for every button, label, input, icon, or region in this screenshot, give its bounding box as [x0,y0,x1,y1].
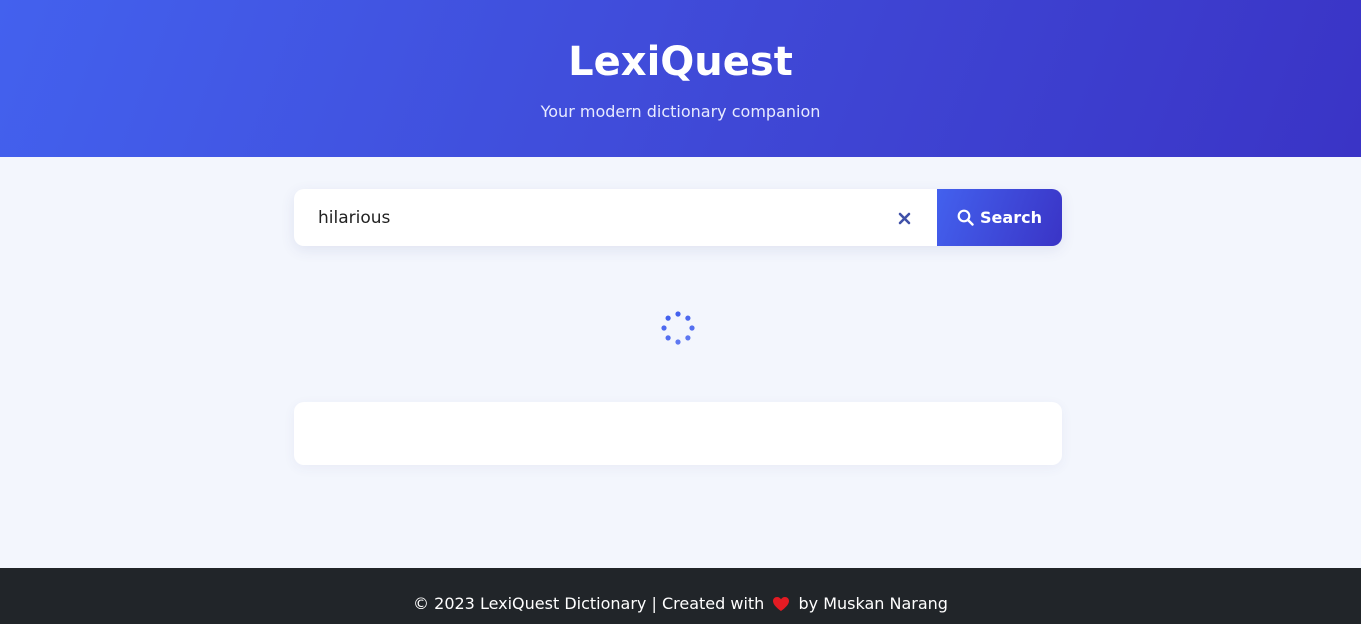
spinner-dot [675,339,681,345]
app-subtitle: Your modern dictionary companion [540,102,821,121]
site-footer: © 2023 LexiQuest Dictionary | Created wi… [0,568,1361,624]
spinner-dot [665,315,671,321]
loading-spinner-icon [661,311,695,345]
footer-text-before: © 2023 LexiQuest Dictionary | Created wi… [413,594,765,613]
result-card [294,402,1062,465]
spinner-dot [685,335,691,341]
search-button-label: Search [980,208,1042,227]
search-icon [957,209,974,226]
app-title: LexiQuest [568,39,793,85]
spinner-dot [661,325,667,331]
site-header: LexiQuest Your modern dictionary compani… [0,0,1361,157]
search-input[interactable] [294,189,894,246]
spinner-dot [689,325,695,331]
spinner-dot [665,335,671,341]
heart-icon [773,597,790,611]
search-button[interactable]: Search [937,189,1062,246]
clear-button[interactable] [888,203,920,233]
spinner-dot [675,311,681,317]
footer-text-after: by Muskan Narang [798,594,948,613]
footer-credit: © 2023 LexiQuest Dictionary | Created wi… [0,593,1361,615]
search-box: Search [294,189,1062,246]
spinner-dot [685,315,691,321]
close-icon [898,212,910,224]
